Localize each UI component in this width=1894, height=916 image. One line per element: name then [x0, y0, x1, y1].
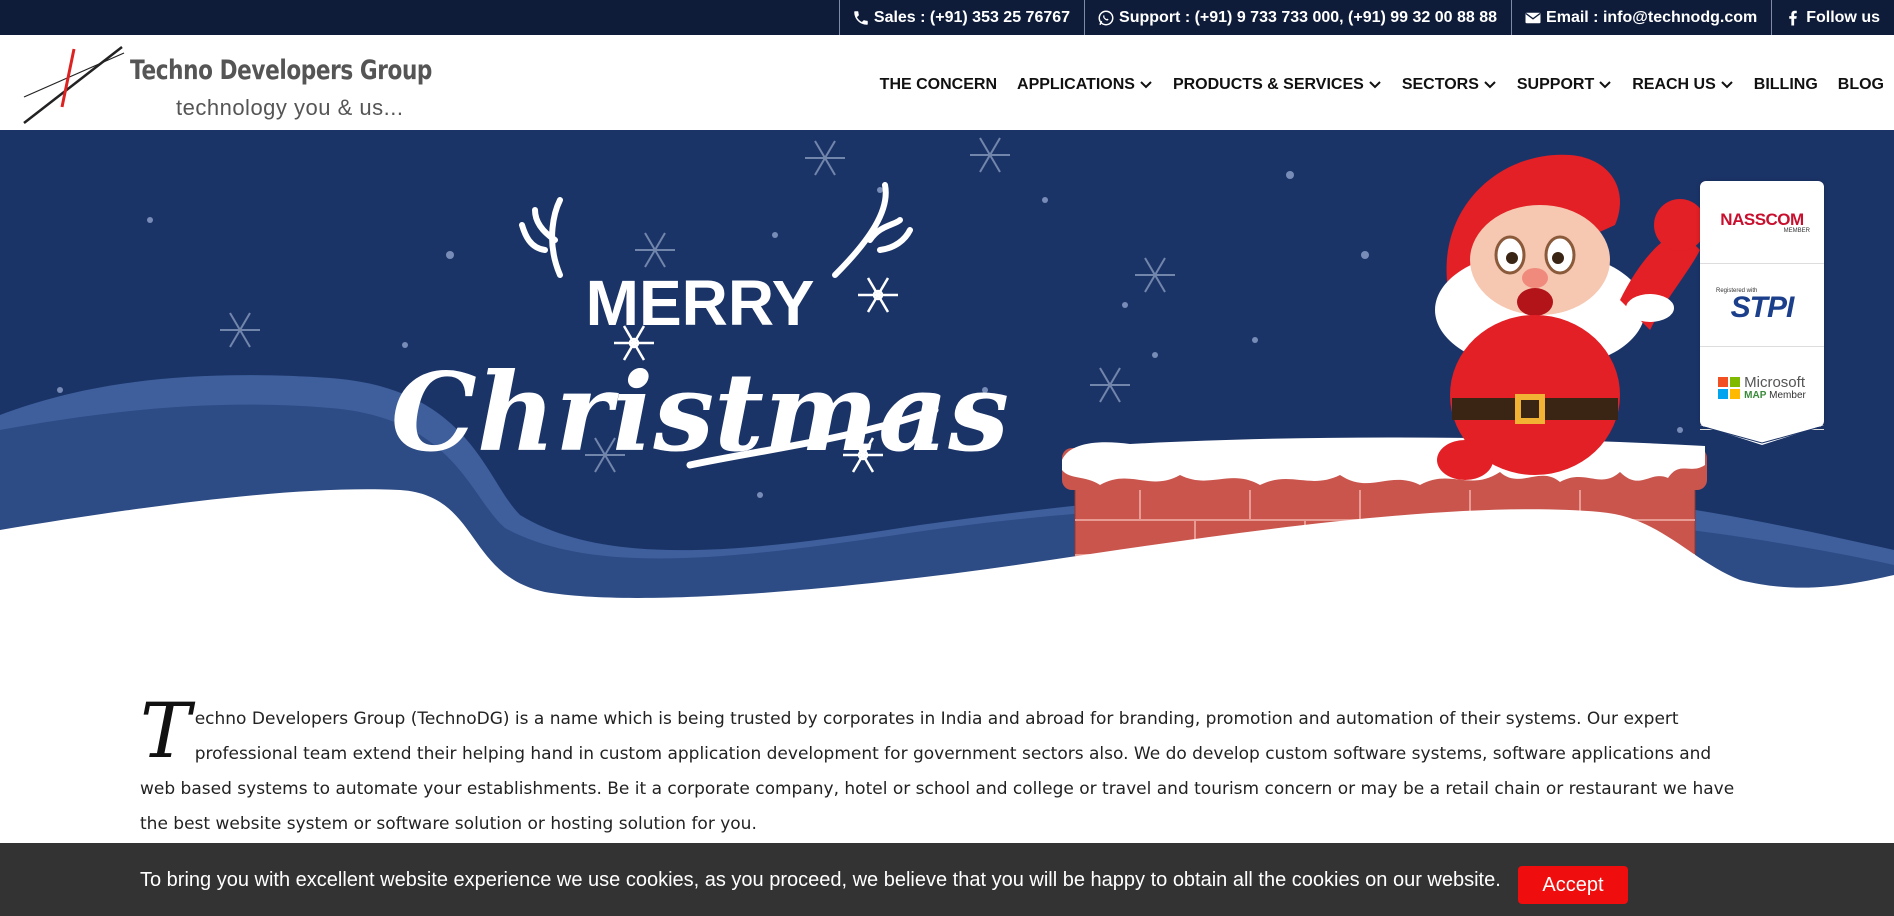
microsoft-logo: Microsoft MAP Member [1718, 375, 1806, 402]
member-text: Member [1769, 389, 1806, 401]
microsoft-map-badge[interactable]: Microsoft MAP Member [1700, 347, 1824, 430]
microsoft-text: Microsoft [1744, 373, 1805, 391]
site-logo[interactable]: Techno Developers Group technology you &… [22, 45, 432, 125]
chevron-down-icon [1140, 81, 1152, 89]
support-whatsapp-link[interactable]: Support : (+91) 9 733 733 000, (+91) 99 … [1084, 0, 1511, 35]
chevron-down-icon [1484, 81, 1496, 89]
stpi-badge[interactable]: Registered with STPI [1700, 264, 1824, 347]
nav-blog[interactable]: BLOG [1838, 76, 1884, 94]
main-nav: THE CONCERN APPLICATIONS PRODUCTS & SERV… [860, 70, 1884, 100]
nav-billing[interactable]: BILLING [1754, 76, 1818, 94]
map-member-text: MAP Member [1744, 390, 1806, 402]
nav-support[interactable]: SUPPORT [1517, 76, 1612, 94]
cookie-consent-bar: To bring you with excellent website expe… [0, 843, 1894, 916]
sales-phone-link[interactable]: Sales : (+91) 353 25 76767 [838, 0, 1084, 35]
nasscom-badge[interactable]: NASSCOM MEMBER [1700, 181, 1824, 264]
intro-paragraph: Techno Developers Group (TechnoDG) is a … [140, 693, 1740, 842]
badge-ribbon-tail [1700, 425, 1824, 445]
microsoft-windows-icon [1718, 377, 1741, 399]
map-text: MAP [1744, 389, 1767, 401]
facebook-icon [1784, 9, 1802, 27]
nasscom-logo-text: NASSCOM [1720, 210, 1804, 229]
accept-cookies-button[interactable]: Accept [1518, 866, 1628, 904]
intro-text: echno Developers Group (TechnoDG) is a n… [140, 709, 1735, 834]
stpi-logo-text: STPI [1730, 291, 1795, 324]
support-text: Support : (+91) 9 733 733 000, (+91) 99 … [1119, 8, 1498, 26]
hero-illustration: MERRY Christmas [0, 130, 1894, 670]
logo-tagline: technology you & us... [176, 95, 404, 120]
logo-mark-icon [23, 46, 125, 124]
merry-text: MERRY [586, 267, 815, 339]
nav-products-services[interactable]: PRODUCTS & SERVICES [1173, 76, 1382, 94]
nav-label: REACH US [1632, 76, 1716, 93]
nav-sectors[interactable]: SECTORS [1402, 76, 1497, 94]
contact-items: Sales : (+91) 353 25 76767 Support : (+9… [838, 0, 1894, 35]
membership-badges: NASSCOM MEMBER Registered with STPI Micr… [1700, 181, 1824, 445]
phone-icon [852, 9, 870, 27]
whatsapp-icon [1097, 9, 1115, 27]
logo-title: Techno Developers Group [130, 55, 432, 86]
nav-label: PRODUCTS & SERVICES [1172, 76, 1364, 93]
chevron-down-icon [1369, 81, 1381, 89]
nav-applications[interactable]: APPLICATIONS [1017, 76, 1153, 94]
chevron-down-icon [1721, 81, 1733, 89]
nav-the-concern[interactable]: THE CONCERN [880, 76, 997, 94]
nav-label: SUPPORT [1516, 76, 1595, 93]
nasscom-member-text: MEMBER [1783, 228, 1810, 234]
drop-cap: T [140, 686, 191, 775]
nav-label: SECTORS [1401, 76, 1479, 93]
email-text: Email : info@technodg.com [1546, 8, 1758, 26]
chevron-down-icon [1599, 81, 1611, 89]
nav-label: APPLICATIONS [1017, 76, 1135, 93]
nav-label: BILLING [1753, 76, 1818, 93]
follow-text: Follow us [1806, 8, 1880, 26]
nav-reach-us[interactable]: REACH US [1632, 76, 1734, 94]
top-contact-bar: Sales : (+91) 353 25 76767 Support : (+9… [0, 0, 1894, 35]
envelope-icon [1524, 9, 1542, 27]
sales-text: Sales : (+91) 353 25 76767 [873, 8, 1071, 26]
nav-label: THE CONCERN [879, 76, 998, 93]
follow-us-link[interactable]: Follow us [1771, 0, 1894, 35]
christmas-hero-banner: MERRY Christmas [0, 130, 1894, 670]
site-header: Techno Developers Group technology you &… [0, 35, 1894, 130]
nav-label: BLOG [1837, 76, 1884, 93]
cookie-message: To bring you with excellent website expe… [140, 869, 1501, 891]
email-link[interactable]: Email : info@technodg.com [1511, 0, 1771, 35]
